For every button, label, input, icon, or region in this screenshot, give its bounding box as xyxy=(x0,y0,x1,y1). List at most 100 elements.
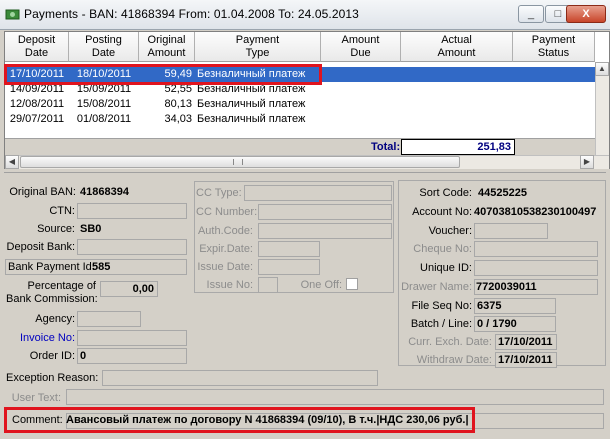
col-header-label: Original Amount xyxy=(147,34,186,59)
agency-field[interactable] xyxy=(77,311,141,327)
percentage-label-1: Percentage of xyxy=(27,280,97,292)
file-seq-no-label: File Seq No: xyxy=(411,300,472,312)
order-id-field[interactable]: 0 xyxy=(77,348,187,364)
payments-grid[interactable]: Deposit Date Posting Date Original Amoun… xyxy=(4,31,610,169)
bank-payment-id-label: Bank Payment Id: xyxy=(8,261,95,273)
user-text-field[interactable] xyxy=(66,389,604,405)
curr-exch-date-label: Curr. Exch. Date: xyxy=(408,336,492,348)
col-header-payment-type[interactable]: Payment Type xyxy=(195,32,321,62)
minimize-button[interactable]: _ xyxy=(518,5,544,23)
batch-line-field[interactable]: 0 / 1790 xyxy=(474,316,556,332)
scroll-up-icon[interactable]: ▲ xyxy=(595,62,609,76)
cc-type-label: CC Type: xyxy=(196,187,242,199)
cheque-no-label: Cheque No: xyxy=(413,243,472,255)
cell-original-amount: 80,13 xyxy=(164,98,192,110)
withdraw-date-label: Withdraw Date: xyxy=(416,354,492,366)
col-header-label: Amount Due xyxy=(341,34,380,59)
voucher-field[interactable] xyxy=(474,223,548,239)
cell-payment-type: Безналичный платеж xyxy=(197,98,306,110)
vertical-scrollbar[interactable]: ▲ xyxy=(595,62,609,155)
cc-number-label: CC Number: xyxy=(196,206,258,218)
account-no-value: 40703810538230100497 xyxy=(474,206,597,218)
col-header-label: Payment Type xyxy=(235,34,280,59)
total-bar: Total: 251,83 xyxy=(5,138,595,155)
source-value: SB0 xyxy=(80,223,102,235)
one-off-label: One Off: xyxy=(300,279,342,291)
batch-line-label: Batch / Line: xyxy=(410,318,472,330)
auth-code-field[interactable] xyxy=(258,223,392,239)
unique-id-field[interactable] xyxy=(474,260,598,276)
bank-payment-id-field: Bank Payment Id: 585 xyxy=(5,259,187,275)
cc-type-field[interactable] xyxy=(244,185,392,201)
cell-payment-type: Безналичный платеж xyxy=(197,113,306,125)
withdraw-date-field[interactable]: 17/10/2011 xyxy=(495,352,557,368)
issue-date-field[interactable] xyxy=(258,259,320,275)
agency-label: Agency: xyxy=(35,313,75,325)
issue-no-label: Issue No: xyxy=(206,279,253,291)
sort-code-label: Sort Code: xyxy=(419,187,472,199)
selected-row-highlight xyxy=(4,64,322,85)
cc-number-field[interactable] xyxy=(258,204,392,220)
total-value: 251,83 xyxy=(401,139,515,155)
col-header-label: Actual Amount xyxy=(437,34,476,59)
payments-app-icon xyxy=(5,9,20,20)
comment-value[interactable]: Авансовый платеж по договору N 41868394 … xyxy=(66,414,470,426)
title-bar: Payments - BAN: 41868394 From: 01.04.200… xyxy=(0,0,610,30)
col-header-label: Posting Date xyxy=(85,34,122,59)
cell-original-amount: 34,03 xyxy=(164,113,192,125)
voucher-label: Voucher: xyxy=(428,225,472,237)
cell-posting-date: 01/08/2011 xyxy=(76,113,132,125)
issue-no-field[interactable] xyxy=(258,277,278,293)
col-header-label: Deposit Date xyxy=(17,34,56,59)
drawer-name-label: Drawer Name: xyxy=(401,281,472,293)
original-ban-value: 41868394 xyxy=(80,186,129,198)
deposit-bank-field[interactable] xyxy=(77,239,187,255)
col-header-posting-date[interactable]: Posting Date xyxy=(69,32,139,62)
total-label: Total: xyxy=(371,141,401,153)
ctn-field[interactable] xyxy=(77,203,187,219)
sort-code-value: 44525225 xyxy=(478,187,527,199)
bank-payment-id-value: 585 xyxy=(92,261,111,273)
user-text-label: User Text: xyxy=(11,392,61,404)
deposit-bank-label: Deposit Bank: xyxy=(6,241,75,253)
horizontal-scrollbar[interactable]: ◀ ▶ xyxy=(5,155,609,169)
unique-id-label: Unique ID: xyxy=(420,262,472,274)
exception-reason-field[interactable] xyxy=(102,370,378,386)
auth-code-label: Auth.Code: xyxy=(197,225,253,237)
col-header-original-amount[interactable]: Original Amount xyxy=(139,32,195,62)
percentage-field[interactable]: 0,00 xyxy=(100,281,158,297)
percentage-label-2: Bank Commission: xyxy=(6,293,98,305)
cheque-no-field[interactable] xyxy=(474,241,598,257)
issue-date-label: Issue Date: xyxy=(197,261,253,273)
col-header-payment-status[interactable]: Payment Status xyxy=(513,32,595,62)
file-seq-no-field[interactable]: 6375 xyxy=(474,298,556,314)
scroll-left-icon[interactable]: ◀ xyxy=(5,155,19,169)
table-row[interactable]: 12/08/2011 15/08/2011 80,13 Безналичный … xyxy=(5,97,595,112)
invoice-no-label[interactable]: Invoice No: xyxy=(6,332,75,344)
grip-icon xyxy=(233,159,243,165)
scroll-right-icon[interactable]: ▶ xyxy=(580,155,594,169)
detail-divider xyxy=(4,172,606,173)
exception-reason-label: Exception Reason: xyxy=(6,372,99,384)
close-button[interactable]: X xyxy=(566,5,606,23)
account-no-label: Account No: xyxy=(412,206,472,218)
table-row[interactable]: 29/07/2011 01/08/2011 34,03 Безналичный … xyxy=(5,112,595,127)
col-header-actual-amount[interactable]: Actual Amount xyxy=(401,32,513,62)
source-label: Source: xyxy=(37,223,75,235)
col-header-deposit-date[interactable]: Deposit Date xyxy=(5,32,69,62)
cell-deposit-date: 29/07/2011 xyxy=(9,113,65,125)
curr-exch-date-field[interactable]: 17/10/2011 xyxy=(495,334,557,350)
col-header-amount-due[interactable]: Amount Due xyxy=(321,32,401,62)
col-header-label: Payment Status xyxy=(531,34,576,59)
one-off-checkbox[interactable] xyxy=(346,278,358,290)
cell-posting-date: 15/08/2011 xyxy=(76,98,132,110)
order-id-label: Order ID: xyxy=(29,350,75,362)
drawer-name-field[interactable] xyxy=(474,279,598,295)
expir-date-field[interactable] xyxy=(258,241,320,257)
expir-date-label: Expir.Date: xyxy=(199,243,253,255)
invoice-no-field[interactable] xyxy=(77,330,187,346)
comment-label: Comment: xyxy=(12,414,63,426)
cell-deposit-date: 12/08/2011 xyxy=(9,98,65,110)
horizontal-scroll-thumb[interactable] xyxy=(20,156,460,168)
original-ban-label: Original BAN: xyxy=(9,186,76,198)
